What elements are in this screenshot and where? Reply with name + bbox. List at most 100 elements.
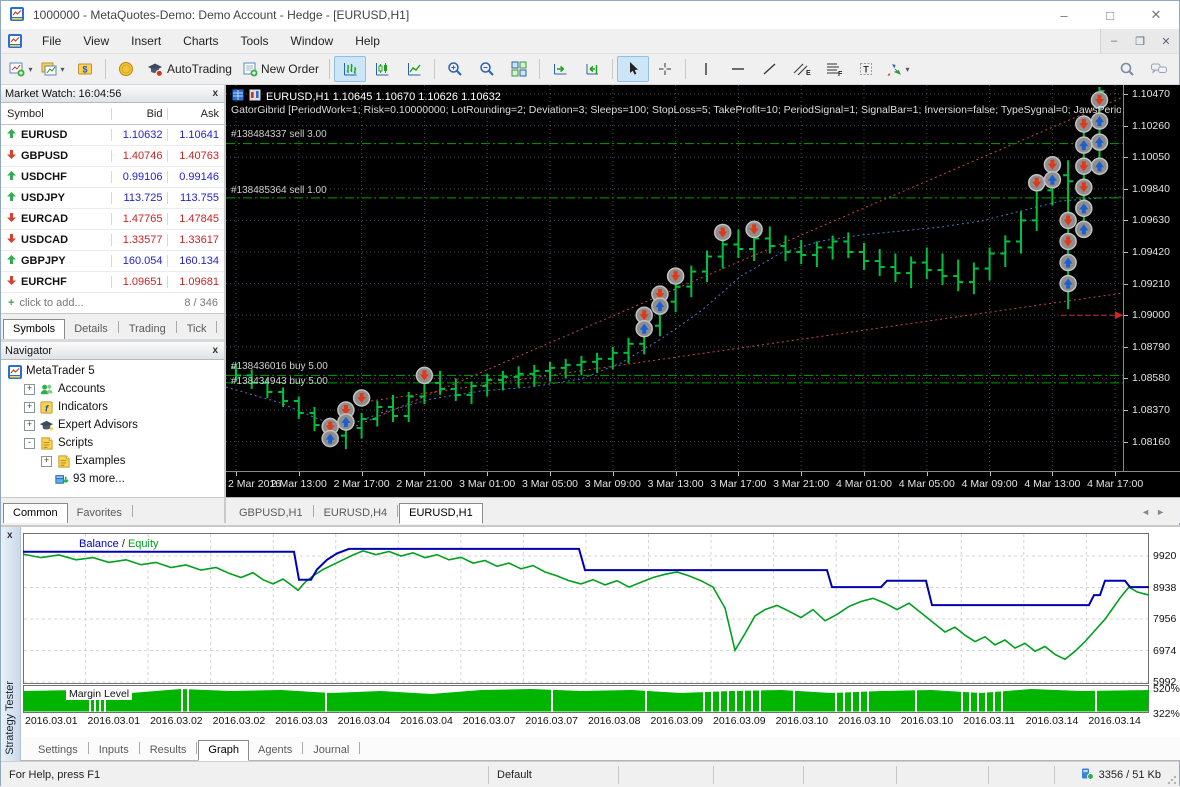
minimize-button[interactable]: – [1041,1,1087,29]
tester-tab-results[interactable]: Results [141,741,196,760]
text-tool-button[interactable]: T [850,56,882,82]
market-watch-close-icon[interactable]: x [210,88,220,99]
tab-symbols[interactable]: Symbols [3,319,65,339]
tile-windows-button[interactable] [503,56,535,82]
add-symbol-label[interactable]: click to add... [19,297,83,309]
symbol-row-eurcad[interactable]: EURCAD1.477651.47845 [1,209,224,230]
symbol-row-gbpusd[interactable]: GBPUSD1.407461.40763 [1,146,224,167]
tester-tab-journal[interactable]: Journal [304,741,358,760]
dropdown-arrow-icon[interactable]: ▾ [28,65,32,74]
add-symbol-icon[interactable]: + [8,297,14,309]
chart-tab-gbpusd-h1[interactable]: GBPUSD,H1 [230,504,312,523]
symbol-row-usdcad[interactable]: USDCAD1.335771.33617 [1,230,224,251]
line-mode-button[interactable] [398,56,430,82]
price-axis-label: 1.08580 [1132,372,1170,384]
tab-details[interactable]: Details [65,320,117,339]
expand-icon[interactable]: + [24,384,35,395]
fibonacci-button[interactable]: F [818,56,850,82]
chart-tab-bar: GBPUSD,H1EURUSD,H4EURUSD,H1 ◄► [226,497,1180,523]
tester-tab-agents[interactable]: Agents [249,741,301,760]
symbol-row-usdchf[interactable]: USDCHF0.991060.99146 [1,167,224,188]
market-watch-toggle-button[interactable]: $ [69,56,101,82]
price-chart-canvas[interactable] [226,85,1123,471]
chart-shift-button[interactable] [576,56,608,82]
collapse-icon[interactable]: - [24,438,35,449]
symbol-row-eurchf[interactable]: EURCHF1.096511.09681 [1,272,224,293]
strategy-tester-close-icon[interactable]: x [7,530,13,541]
search-button[interactable] [1111,56,1143,82]
candles-mode-button[interactable] [366,56,398,82]
tree-item-scripts[interactable]: -Scripts [1,434,224,452]
chat-button[interactable] [1143,56,1175,82]
tree-item-accounts[interactable]: +Accounts [1,380,224,398]
autotrading-button[interactable]: AutoTrading [142,56,238,82]
column-header-bid[interactable]: Bid [111,108,167,120]
crosshair-button[interactable] [649,56,681,82]
tester-tab-settings[interactable]: Settings [29,741,87,760]
menu-view[interactable]: View [72,30,120,52]
status-profile[interactable]: Default [489,762,618,787]
auto-scroll-button[interactable] [544,56,576,82]
bars-mode-button[interactable] [334,56,366,82]
close-button[interactable]: ✕ [1133,1,1179,29]
tree-item-metatrader-5[interactable]: MetaTrader 5 [1,362,224,380]
menu-charts[interactable]: Charts [172,30,229,52]
tab-separator [302,742,303,754]
column-header-ask[interactable]: Ask [167,108,225,120]
chart-tab-eurusd-h4[interactable]: EURUSD,H4 [315,504,397,523]
symbol-row-eurusd[interactable]: EURUSD1.106321.10641 [1,125,224,146]
mdi-close-button[interactable]: ✕ [1153,29,1179,53]
vertical-line-button[interactable] [690,56,722,82]
dropdown-arrow-icon[interactable]: ▾ [60,65,64,74]
menu-insert[interactable]: Insert [120,30,172,52]
tab-trading[interactable]: Trading [120,320,175,339]
trend-line-button[interactable] [754,56,786,82]
strategy-tester-strip[interactable]: x Strategy Tester [1,527,21,761]
zoom-out-button[interactable] [471,56,503,82]
symbol-row-gbpjpy[interactable]: GBPJPY160.054160.134 [1,251,224,272]
tree-item-93-more-[interactable]: 93 more... [1,470,224,488]
symbol-row-usdjpy[interactable]: USDJPY113.725113.755 [1,188,224,209]
menu-help[interactable]: Help [344,30,391,52]
chart-tabs-scroll-arrows[interactable]: ◄► [1135,507,1177,523]
tab-separator [176,321,177,333]
new-order-button[interactable]: New Order [238,56,325,82]
profiles-button[interactable]: ▾ [37,56,69,82]
new-chart-button[interactable]: ▾ [5,56,37,82]
tree-item-examples[interactable]: +Examples [1,452,224,470]
menu-window[interactable]: Window [280,30,345,52]
navigator-close-icon[interactable]: x [210,345,220,356]
dropdown-arrow-icon[interactable]: ▾ [905,65,909,74]
menu-tools[interactable]: Tools [230,30,280,52]
expand-icon[interactable]: + [24,402,35,413]
symbol-name: EURUSD [1,129,111,141]
maximize-button[interactable]: □ [1087,1,1133,29]
mdi-minimize-button[interactable]: – [1101,29,1127,53]
time-axis[interactable]: 2 Mar 20162 Mar 13:002 Mar 17:002 Mar 21… [226,471,1180,497]
add-symbol-row[interactable]: +click to add...8 / 346 [1,293,224,313]
chart-symbol-icon[interactable] [249,89,261,104]
tree-item-indicators[interactable]: +fIndicators [1,398,224,416]
tester-tab-graph[interactable]: Graph [198,740,249,761]
resize-grip[interactable] [1167,775,1177,785]
history-center-button[interactable] [110,56,142,82]
horizontal-line-button[interactable] [722,56,754,82]
chart-tab-eurusd-h1[interactable]: EURUSD,H1 [399,503,483,524]
tree-item-expert-advisors[interactable]: +Expert Advisors [1,416,224,434]
equidistant-channel-button[interactable]: E [786,56,818,82]
arrows-tool-button[interactable]: ▾ [882,56,914,82]
expand-icon[interactable]: + [41,456,52,467]
tab-favorites[interactable]: Favorites [68,504,131,523]
price-chart[interactable]: 1.104701.102601.100501.098401.096301.094… [226,85,1180,497]
dom-icon[interactable] [232,89,244,104]
menu-file[interactable]: File [31,30,72,52]
tab-common[interactable]: Common [3,503,68,523]
mdi-restore-button[interactable]: ❐ [1127,29,1153,53]
cursor-button[interactable] [617,56,649,82]
tester-tab-inputs[interactable]: Inputs [90,741,138,760]
expand-icon[interactable]: + [24,420,35,431]
zoom-in-button[interactable] [439,56,471,82]
tab-tick[interactable]: Tick [178,320,216,339]
price-axis[interactable]: 1.104701.102601.100501.098401.096301.094… [1123,85,1180,471]
column-header-symbol[interactable]: Symbol [1,108,111,120]
